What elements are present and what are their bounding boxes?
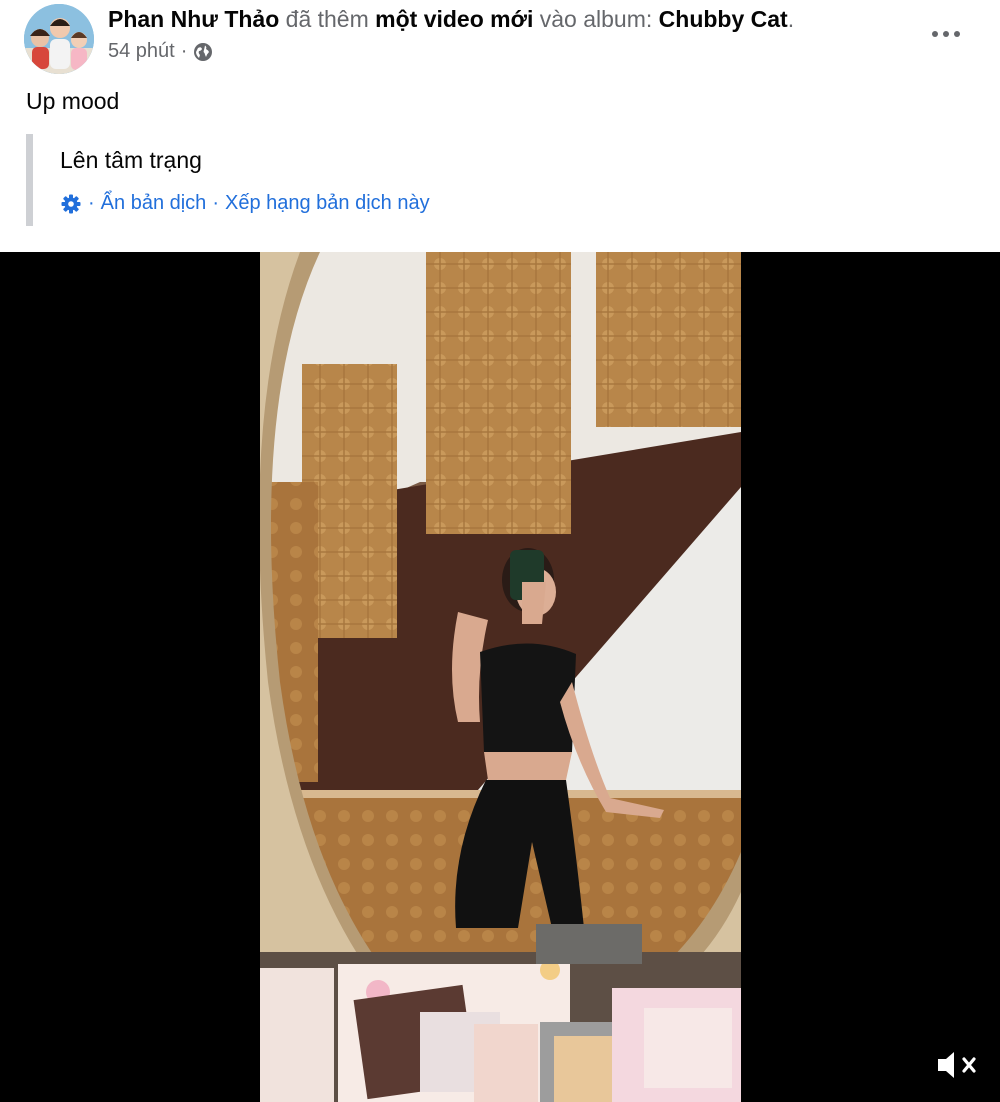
action-text: đã thêm	[279, 6, 376, 32]
translated-text: Lên tâm trạng	[60, 147, 202, 173]
author-name[interactable]: Phan Như Thảo	[108, 6, 279, 32]
post-meta: 54 phút ·	[108, 40, 213, 63]
rate-translation-link[interactable]: Xếp hạng bản dịch này	[225, 192, 430, 215]
gear-icon[interactable]	[60, 193, 82, 215]
album-prefix: vào album:	[533, 6, 659, 32]
video-link[interactable]: một video mới	[375, 6, 533, 32]
facebook-post: Phan Như Thảo đã thêm một video mới vào …	[0, 0, 1000, 1102]
globe-icon[interactable]	[193, 42, 213, 62]
video-frame	[260, 252, 741, 1102]
link-separator: ·	[212, 192, 219, 214]
more-icon	[932, 31, 938, 37]
translation-block: Lên tâm trạng · Ẩn bản dịch · Xếp hạng b…	[26, 134, 633, 226]
post-time[interactable]: 54 phút	[108, 40, 175, 63]
meta-separator: ·	[180, 40, 188, 62]
album-suffix: .	[787, 6, 795, 32]
avatar[interactable]	[24, 4, 94, 74]
more-options-button[interactable]	[920, 18, 972, 50]
link-separator: ·	[88, 192, 95, 214]
hide-translation-link[interactable]: Ẩn bản dịch	[101, 192, 207, 215]
post-caption: Up mood	[26, 88, 120, 114]
video-player[interactable]	[0, 252, 1000, 1102]
muted-speaker-icon	[938, 1052, 976, 1078]
post-header: Phan Như Thảo đã thêm một video mới vào …	[108, 6, 794, 33]
mute-button[interactable]	[934, 1044, 980, 1086]
translation-links: · Ẩn bản dịch · Xếp hạng bản dịch này	[60, 192, 430, 215]
album-link[interactable]: Chubby Cat	[659, 6, 788, 32]
